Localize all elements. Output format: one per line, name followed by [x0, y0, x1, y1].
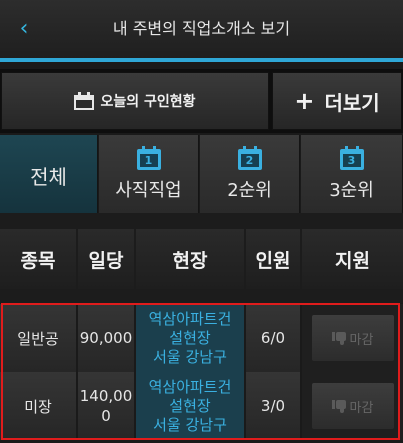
tab-priority-3[interactable]: 3 3순위 — [301, 135, 403, 213]
tab-label: 2순위 — [227, 180, 272, 201]
site-location[interactable]: 역삼아파트건 설현장 서울 강남구 — [136, 304, 244, 372]
column-header-site: 현장 — [136, 229, 244, 289]
plus-icon: + — [294, 87, 315, 115]
table-row[interactable]: 일반공 90,000 역삼아파트건 설현장 서울 강남구 6/0 마감 — [0, 304, 403, 372]
apply-label: 마감 — [349, 400, 374, 416]
column-header-type: 종목 — [0, 229, 76, 289]
apply-button[interactable]: 마감 — [311, 383, 394, 429]
apply-cell: 마감 — [302, 304, 403, 372]
header-divider — [0, 58, 403, 62]
tab-label: 사직직업 — [115, 180, 182, 201]
table-row[interactable]: 미장 140,00 0 역삼아파트건 설현장 서울 강남구 3/0 마감 — [0, 372, 403, 440]
column-header-apply: 지원 — [302, 229, 403, 289]
apply-cell: 마감 — [302, 372, 403, 440]
page-title: 내 주변의 직업소개소 보기 — [112, 19, 291, 38]
thumbs-down-icon — [331, 331, 346, 345]
tab-priority-1[interactable]: 1 사직직업 — [99, 135, 199, 213]
headcount: 3/0 — [246, 372, 300, 440]
calendar-icon — [74, 92, 95, 110]
calendar-icon: 1 — [136, 146, 161, 170]
site-location[interactable]: 역삼아파트건 설현장 서울 강남구 — [136, 372, 244, 440]
tab-all[interactable]: 전체 — [0, 135, 98, 213]
daily-pay: 140,00 0 — [78, 372, 134, 440]
apply-button[interactable]: 마감 — [311, 315, 394, 361]
tab-label: 3순위 — [329, 180, 374, 201]
today-jobs-button[interactable]: 오늘의 구인현황 — [1, 72, 269, 130]
calendar-icon: 3 — [339, 146, 364, 170]
calendar-icon: 2 — [237, 146, 262, 170]
apply-label: 마감 — [349, 332, 374, 348]
column-header-count: 인원 — [246, 229, 300, 289]
daily-pay: 90,000 — [78, 304, 134, 372]
job-type: 일반공 — [0, 304, 76, 372]
headcount: 6/0 — [246, 304, 300, 372]
job-type: 미장 — [0, 372, 76, 440]
today-jobs-label: 오늘의 구인현황 — [100, 94, 196, 110]
more-label: 더보기 — [324, 90, 380, 115]
tab-label: 전체 — [30, 164, 67, 189]
tab-priority-2[interactable]: 2 2순위 — [200, 135, 300, 213]
app-header: ‹ 내 주변의 직업소개소 보기 — [0, 0, 403, 58]
more-button[interactable]: + 더보기 — [272, 72, 402, 130]
column-header-pay: 일당 — [78, 229, 134, 289]
thumbs-down-icon — [331, 399, 346, 413]
